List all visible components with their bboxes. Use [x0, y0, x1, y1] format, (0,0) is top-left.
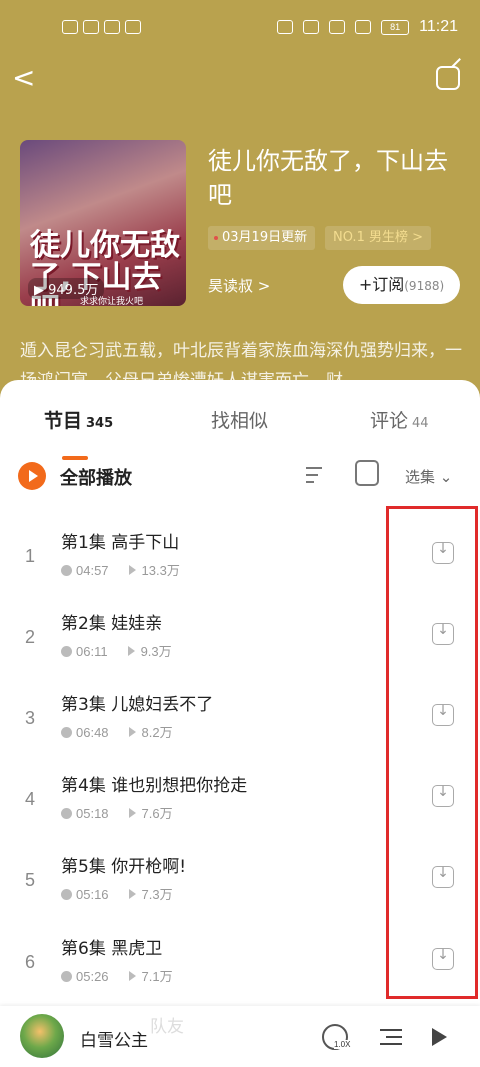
clock-icon — [61, 565, 72, 576]
back-icon[interactable]: < — [12, 64, 36, 92]
episode-title: 第2集 娃娃亲 — [61, 614, 163, 634]
episode-title: 第6集 黑虎卫 — [61, 939, 163, 959]
episode-number: 3 — [25, 708, 36, 728]
episode-meta: 06:11 9.3万 — [61, 641, 172, 660]
clock-icon — [61, 808, 72, 819]
mini-player[interactable]: 队友 白雪公主 1.0X — [0, 1006, 480, 1067]
alarm-icon — [329, 20, 346, 34]
tab-bar: 节目 345 找相似 评论 44 — [0, 406, 480, 460]
subscribe-button[interactable]: +订阅(9188) — [343, 266, 460, 304]
wifi-icon — [104, 20, 120, 34]
cover-subtitle: 求求你让我火吧 — [80, 297, 144, 306]
player-title[interactable]: 白雪公主 — [80, 1026, 148, 1051]
select-episodes-dropdown[interactable]: 选集 ⌄ — [405, 466, 452, 487]
episode-title: 第5集 你开枪啊! — [61, 857, 187, 877]
sort-icon[interactable] — [306, 464, 330, 486]
play-all-icon[interactable] — [18, 462, 46, 490]
play-count-icon — [128, 889, 136, 899]
tab-episodes[interactable]: 节目 345 — [44, 406, 113, 433]
data-icon — [125, 20, 141, 34]
episode-number: 5 — [25, 870, 36, 890]
episode-meta: 06:48 8.2万 — [61, 722, 173, 741]
episode-title: 第3集 儿媳妇丢不了 — [61, 695, 214, 715]
subscribe-count: (9188) — [404, 279, 445, 293]
tab-similar[interactable]: 找相似 — [211, 406, 268, 433]
speed-label: 1.0X — [334, 1040, 351, 1049]
episode-meta: 05:26 7.1万 — [61, 966, 173, 985]
playlist-icon[interactable] — [380, 1027, 402, 1047]
book-cover[interactable]: 徒儿你无敌了,下山去吧 ▶ 949.5万 求求你让我火吧 — [20, 140, 186, 306]
share-icon[interactable] — [436, 66, 460, 90]
clock-icon — [61, 727, 72, 738]
hd-icon — [62, 20, 78, 34]
battery-icon: 81 — [381, 19, 410, 35]
play-all-button[interactable]: 全部播放 — [60, 464, 132, 490]
tab-comments[interactable]: 评论 44 — [370, 406, 429, 433]
play-icon[interactable] — [432, 1028, 447, 1046]
clock-icon — [61, 971, 72, 982]
play-count-icon — [128, 565, 136, 575]
headphone-icon — [277, 20, 294, 34]
player-faded-text: 队友 — [150, 1017, 184, 1037]
list-toolbar: 全部播放 选集 ⌄ — [0, 456, 480, 496]
download-all-icon[interactable] — [355, 460, 379, 486]
status-bar: 81 11:21 — [0, 14, 480, 44]
book-title: 徒儿你无敌了，下山去吧 — [208, 147, 448, 209]
player-thumbnail[interactable] — [20, 1014, 64, 1058]
episode-title: 第4集 谁也别想把你抢走 — [61, 776, 248, 796]
clock-icon — [61, 889, 72, 900]
book-header: 81 11:21 < 徒儿你无敌了,下山去吧 ▶ 949.5万 求求你让我火吧 … — [0, 0, 480, 420]
5g-signal-icon — [83, 20, 99, 34]
episode-meta: 05:18 7.6万 — [61, 803, 173, 822]
download-column-highlight — [386, 506, 478, 999]
episode-meta: 04:57 13.3万 — [61, 560, 180, 579]
update-badge: 03月19日更新 — [208, 226, 316, 250]
episode-number: 1 — [25, 546, 36, 566]
episode-number: 6 — [25, 952, 36, 972]
clock-icon — [61, 646, 72, 657]
episode-number: 4 — [25, 789, 36, 809]
play-count-icon — [128, 727, 136, 737]
rank-badge[interactable]: NO.1 男生榜 > — [325, 226, 431, 250]
play-count-icon — [128, 808, 136, 818]
play-count-icon — [127, 646, 135, 656]
episode-title: 第1集 高手下山 — [61, 533, 180, 553]
play-count-icon — [128, 971, 136, 981]
author-link[interactable]: 昊读叔 > — [208, 275, 270, 296]
episode-meta: 05:16 7.3万 — [61, 884, 173, 903]
mute-icon — [355, 20, 372, 34]
episode-number: 2 — [25, 627, 36, 647]
clock: 11:21 — [419, 18, 458, 35]
subscribe-label: +订阅 — [358, 275, 405, 294]
eye-icon — [303, 20, 320, 34]
